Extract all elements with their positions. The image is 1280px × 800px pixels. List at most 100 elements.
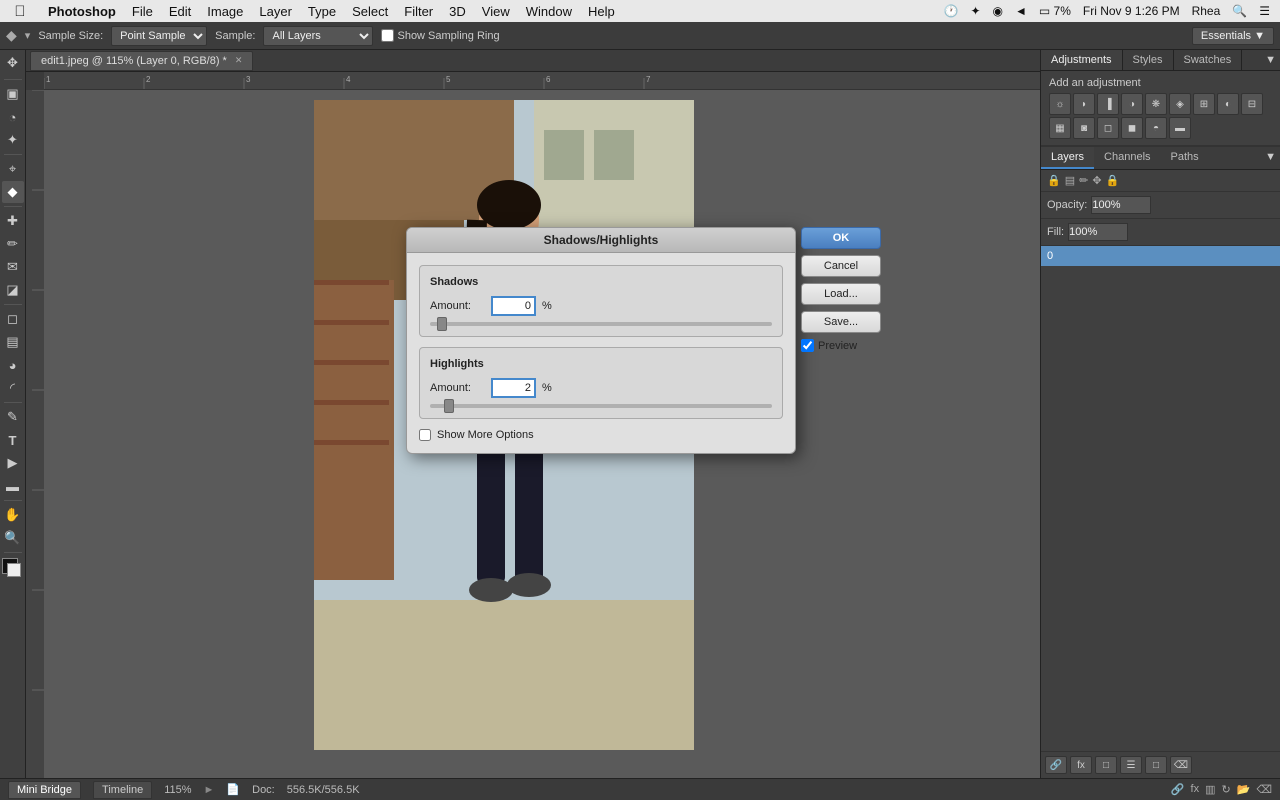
tab-adjustments[interactable]: Adjustments — [1041, 50, 1123, 70]
menu-type[interactable]: Type — [300, 4, 344, 19]
tool-brush[interactable]: ✏ — [2, 233, 24, 255]
show-more-checkbox[interactable] — [419, 429, 431, 441]
mini-bridge-tab[interactable]: Mini Bridge — [8, 781, 81, 799]
tool-history-brush[interactable]: ◪ — [2, 279, 24, 301]
tool-gradient[interactable]: ▤ — [2, 331, 24, 353]
layers-options-icon[interactable]: ▼ — [1261, 147, 1280, 169]
menu-image[interactable]: Image — [199, 4, 251, 19]
opacity-controls: Opacity: — [1041, 192, 1280, 219]
sample-size-select[interactable]: Point Sample — [111, 26, 207, 46]
tool-clone[interactable]: ✉ — [2, 256, 24, 278]
menu-view[interactable]: View — [474, 4, 518, 19]
shadows-amount-input[interactable] — [491, 296, 536, 316]
essentials-button[interactable]: Essentials ▼ — [1192, 27, 1274, 45]
tool-crop[interactable]: ⌖ — [2, 158, 24, 180]
tool-options-expand[interactable]: ▾ — [25, 29, 31, 42]
opacity-input[interactable] — [1091, 196, 1151, 214]
adj-gradient-map[interactable]: ▬ — [1169, 117, 1191, 139]
menubar-right: 🕐 ✦ ◉ ◄ ▭ 7% Fri Nov 9 1:26 PM Rhea 🔍 ☰ — [943, 4, 1280, 18]
tab-paths[interactable]: Paths — [1161, 147, 1209, 169]
menu-file[interactable]: File — [124, 4, 161, 19]
sample-select[interactable]: All Layers — [263, 26, 373, 46]
preview-label[interactable]: Preview — [818, 340, 857, 352]
show-more-label[interactable]: Show More Options — [437, 429, 534, 441]
adj-exposure[interactable]: ◑ — [1121, 93, 1143, 115]
layer-row[interactable]: 0 — [1041, 246, 1280, 266]
highlights-slider-thumb[interactable] — [444, 399, 454, 413]
lock-all[interactable]: 🔒 — [1106, 174, 1120, 187]
tool-type[interactable]: T — [2, 429, 24, 451]
layers-fx-btn[interactable]: fx — [1070, 756, 1092, 774]
dialog-titlebar[interactable]: Shadows/Highlights — [407, 228, 795, 253]
adj-brightness[interactable]: ☼ — [1049, 93, 1071, 115]
menu-filter[interactable]: Filter — [396, 4, 441, 19]
background-color[interactable] — [7, 563, 21, 577]
tool-marquee[interactable]: ▣ — [2, 83, 24, 105]
save-button[interactable]: Save... — [801, 311, 881, 333]
load-button[interactable]: Load... — [801, 283, 881, 305]
apple-menu[interactable]:  — [0, 3, 40, 20]
preview-checkbox[interactable] — [801, 339, 814, 352]
highlights-amount-input[interactable] — [491, 378, 536, 398]
highlights-slider-track[interactable] — [430, 404, 772, 408]
tab-close-btn[interactable]: ✕ — [235, 55, 243, 66]
tool-dodge[interactable]: ◜ — [2, 377, 24, 399]
tool-path-select[interactable]: ▶ — [2, 452, 24, 474]
fill-input[interactable] — [1068, 223, 1128, 241]
tab-styles[interactable]: Styles — [1123, 50, 1174, 70]
cancel-button[interactable]: Cancel — [801, 255, 881, 277]
adj-color-lookup[interactable]: ▦ — [1049, 117, 1071, 139]
layers-mask-btn[interactable]: □ — [1095, 756, 1117, 774]
menu-layer[interactable]: Layer — [251, 4, 300, 19]
adj-vibrance[interactable]: ❋ — [1145, 93, 1167, 115]
menu-select[interactable]: Select — [344, 4, 396, 19]
tool-shape[interactable]: ▬ — [2, 475, 24, 497]
layers-panel-tabs: Layers Channels Paths ▼ — [1041, 147, 1280, 170]
adj-hue[interactable]: ◈ — [1169, 93, 1191, 115]
tool-hand[interactable]: ✋ — [2, 504, 24, 526]
adj-invert[interactable]: ◙ — [1073, 117, 1095, 139]
tool-eraser[interactable]: ◻ — [2, 308, 24, 330]
shadows-slider-thumb[interactable] — [437, 317, 447, 331]
layers-new-btn[interactable]: □ — [1145, 756, 1167, 774]
tool-quick-select[interactable]: ✦ — [2, 129, 24, 151]
sampling-ring-checkbox[interactable] — [381, 29, 394, 42]
lock-transparent[interactable]: ▤ — [1065, 174, 1075, 187]
tool-healing[interactable]: ✚ — [2, 210, 24, 232]
menu-window[interactable]: Window — [518, 4, 580, 19]
highlights-amount-label: Amount: — [430, 382, 485, 394]
tool-eyedropper[interactable]: ◆ — [2, 181, 24, 203]
layers-delete-btn[interactable]: ⌫ — [1170, 756, 1192, 774]
adj-levels[interactable]: ▐ — [1097, 93, 1119, 115]
menu-edit[interactable]: Edit — [161, 4, 199, 19]
adj-photo-filter[interactable]: ◐ — [1217, 93, 1239, 115]
layers-link-btn[interactable]: 🔗 — [1045, 756, 1067, 774]
document-tab[interactable]: edit1.jpeg @ 115% (Layer 0, RGB/8) * ✕ — [30, 51, 253, 71]
lock-position[interactable]: ✥ — [1092, 174, 1101, 187]
adj-color-balance[interactable]: ⊞ — [1193, 93, 1215, 115]
tool-blur[interactable]: ◕ — [2, 354, 24, 376]
tool-move[interactable]: ✥ — [2, 52, 24, 74]
panel-options-icon[interactable]: ▼ — [1261, 50, 1280, 70]
search-icon[interactable]: 🔍 — [1232, 4, 1247, 18]
adj-posterize[interactable]: ◻ — [1097, 117, 1119, 139]
ok-button[interactable]: OK — [801, 227, 881, 249]
tool-zoom[interactable]: 🔍 — [2, 527, 24, 549]
tab-channels[interactable]: Channels — [1094, 147, 1160, 169]
layers-group-btn[interactable]: ☰ — [1120, 756, 1142, 774]
tab-swatches[interactable]: Swatches — [1174, 50, 1243, 70]
tool-lasso[interactable]: ◔ — [2, 106, 24, 128]
lock-image[interactable]: ✏ — [1079, 174, 1088, 187]
timeline-tab[interactable]: Timeline — [93, 781, 152, 799]
menu-photoshop[interactable]: Photoshop — [40, 4, 124, 19]
menu-3d[interactable]: 3D — [441, 4, 474, 19]
adj-selective-color[interactable]: ◓ — [1145, 117, 1167, 139]
adj-channel-mixer[interactable]: ⊟ — [1241, 93, 1263, 115]
tool-pen[interactable]: ✎ — [2, 406, 24, 428]
tab-layers[interactable]: Layers — [1041, 147, 1094, 169]
adj-threshold[interactable]: ◼ — [1121, 117, 1143, 139]
shadows-slider-track[interactable] — [430, 322, 772, 326]
sampling-ring-label[interactable]: Show Sampling Ring — [381, 29, 499, 42]
adj-curves[interactable]: ◗ — [1073, 93, 1095, 115]
menu-help[interactable]: Help — [580, 4, 623, 19]
